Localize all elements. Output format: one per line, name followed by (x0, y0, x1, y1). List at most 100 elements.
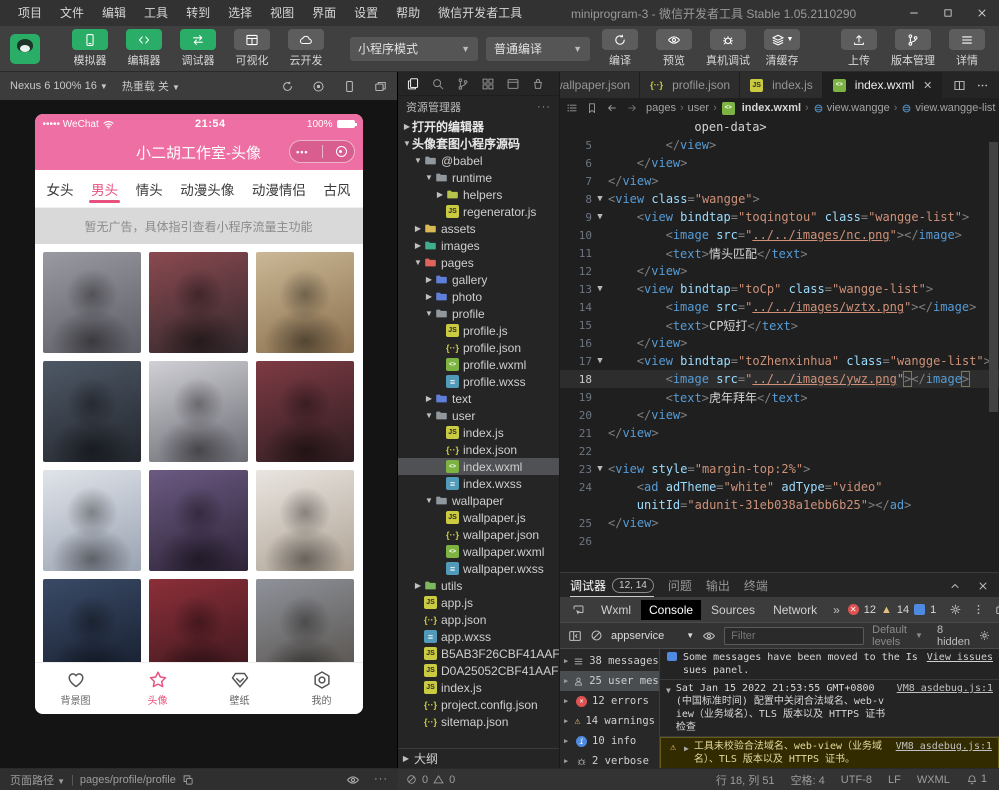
status-item[interactable]: 空格: 4 (791, 772, 825, 788)
category-tab[interactable]: 女头 (45, 170, 76, 207)
arrow-right-button[interactable] (626, 102, 638, 114)
split-editor-button[interactable] (953, 78, 966, 92)
menu-item[interactable]: 选择 (220, 0, 260, 26)
avatar-photo[interactable] (256, 579, 355, 662)
maximize-button[interactable] (931, 0, 965, 26)
menu-item[interactable]: 视图 (262, 0, 302, 26)
more-tabs-button[interactable]: » (827, 603, 846, 617)
device-select[interactable]: Nexus 6 100% 16 ▼ (10, 80, 108, 92)
fold-chevron-icon[interactable]: ▼ (592, 212, 608, 222)
toolbar-button[interactable]: 详情 (945, 29, 989, 68)
tree-item[interactable]: ▼user (398, 407, 559, 424)
tree-item[interactable]: ▶photo (398, 288, 559, 305)
gear-icon[interactable] (978, 629, 991, 642)
fold-chevron-icon[interactable]: ▼ (592, 284, 608, 294)
window-button[interactable] (502, 73, 524, 95)
close-panel-button[interactable] (977, 578, 989, 592)
tree-item[interactable]: JSindex.js (398, 424, 559, 441)
close-button[interactable] (965, 0, 999, 26)
code-line[interactable]: 15<text>CP短打</text> (560, 316, 999, 334)
problems-indicator[interactable]: 0 0 (398, 769, 560, 790)
tree-item[interactable]: ▼profile (398, 305, 559, 322)
tree-item[interactable]: ▶打开的编辑器 (398, 118, 559, 135)
menu-item[interactable]: 转到 (178, 0, 218, 26)
copy-icon[interactable] (182, 774, 194, 786)
debugger-tab[interactable]: 问题 (668, 573, 692, 597)
avatar-photo[interactable] (256, 361, 355, 462)
tree-item[interactable]: {··}wallpaper.json (398, 526, 559, 543)
more-options-button[interactable]: ··· (374, 773, 388, 787)
menu-item[interactable]: 工具 (136, 0, 176, 26)
view-issues-link[interactable]: View issues (927, 651, 993, 677)
tree-item[interactable]: <>index.wxml (398, 458, 559, 475)
windows-button[interactable] (374, 80, 387, 93)
mode-select[interactable]: 小程序模式 ▼ (350, 37, 478, 61)
extensions-button[interactable] (477, 73, 499, 95)
breadcrumb-item[interactable]: pages (646, 102, 676, 114)
context-select[interactable]: appservice▼ (611, 630, 694, 642)
minimize-button[interactable] (897, 0, 931, 26)
toolbar-button[interactable]: 编译 (598, 29, 642, 68)
hot-reload-select[interactable]: 热重载 关 ▼ (122, 78, 180, 94)
expand-arrow[interactable]: ▼ (666, 682, 671, 734)
devtools-settings-button[interactable] (949, 603, 962, 616)
tree-item[interactable]: JSindex.js (398, 679, 559, 696)
tabbar-item[interactable]: 头像 (117, 663, 199, 714)
console-filter-item[interactable]: ▶i10 info (560, 731, 659, 751)
tree-item[interactable]: ▶utils (398, 577, 559, 594)
category-tab[interactable]: 古风 (321, 170, 352, 207)
breadcrumb-item[interactable]: view.wangge (813, 102, 890, 114)
page-path-select[interactable]: 页面路径 ▼ (10, 772, 65, 788)
devtools-menu-button[interactable] (972, 603, 985, 616)
tree-item[interactable]: ≡wallpaper.wxss (398, 560, 559, 577)
outline-section[interactable]: ▶ 大纲 (398, 748, 559, 768)
console-filter-item[interactable]: ▶25 user mes... (560, 671, 659, 691)
menu-item[interactable]: 微信开发者工具 (430, 0, 530, 26)
toolbar-button[interactable]: 云开发 (284, 29, 328, 68)
tree-item[interactable]: ▶gallery (398, 271, 559, 288)
tree-item[interactable]: JSD0A25052CBF41AAFB6... (398, 662, 559, 679)
exit-button[interactable] (336, 146, 347, 157)
fold-chevron-icon[interactable]: ▼ (592, 194, 608, 204)
record-button[interactable] (312, 80, 325, 93)
code-line[interactable]: 22 (560, 442, 999, 460)
expand-arrow[interactable]: ▶ (684, 740, 689, 766)
tree-item[interactable]: ≡profile.wxss (398, 373, 559, 390)
tree-item[interactable]: ▶assets (398, 220, 559, 237)
code-line[interactable]: 8▼<view class="wangge"> (560, 190, 999, 208)
tabbar-item[interactable]: 我的 (281, 663, 363, 714)
tree-item[interactable]: {··}app.json (398, 611, 559, 628)
toolbar-button[interactable]: 编辑器 (122, 29, 166, 68)
sidebar-toggle-icon[interactable] (568, 629, 582, 643)
tree-item[interactable]: JSprofile.js (398, 322, 559, 339)
code-line[interactable]: 10<image src="../../images/nc.png"></ima… (560, 226, 999, 244)
notifications-button[interactable]: 1 (966, 773, 987, 785)
tree-item[interactable]: ▼pages (398, 254, 559, 271)
more-button[interactable]: ••• (296, 147, 308, 157)
tree-item[interactable]: ▶helpers (398, 186, 559, 203)
tree-item[interactable]: <>wallpaper.wxml (398, 543, 559, 560)
avatar-photo[interactable] (149, 361, 248, 462)
collapse-panel-button[interactable] (949, 578, 961, 592)
menu-item[interactable]: 帮助 (388, 0, 428, 26)
toolbar-button[interactable]: ▼清缓存 (760, 29, 804, 68)
code-line[interactable]: 23▼<view style="margin-top:2%"> (560, 460, 999, 478)
toolbar-button[interactable]: 版本管理 (891, 29, 935, 68)
fold-chevron-icon[interactable]: ▼ (592, 464, 608, 474)
category-tab[interactable]: 男头 (89, 170, 120, 207)
menu-item[interactable]: 文件 (52, 0, 92, 26)
rotate-button[interactable] (281, 80, 294, 93)
debugger-tab[interactable]: 输出 (706, 573, 730, 597)
code-line[interactable]: 17▼<view bindtap="toZhenxinhua" class="w… (560, 352, 999, 370)
code-line[interactable]: 7</view> (560, 172, 999, 190)
explorer-more-button[interactable]: ··· (537, 101, 551, 113)
device-button[interactable] (343, 80, 356, 93)
code-line[interactable]: 5</view> (560, 136, 999, 154)
toolbar-button[interactable]: 可视化 (230, 29, 274, 68)
files-button[interactable] (402, 73, 424, 95)
avatar-photo[interactable] (43, 361, 142, 462)
debugger-tab[interactable]: 终端 (744, 573, 768, 597)
toolbar-button[interactable]: 真机调试 (706, 29, 750, 68)
search-button[interactable] (427, 73, 449, 95)
user-avatar[interactable] (10, 34, 40, 64)
